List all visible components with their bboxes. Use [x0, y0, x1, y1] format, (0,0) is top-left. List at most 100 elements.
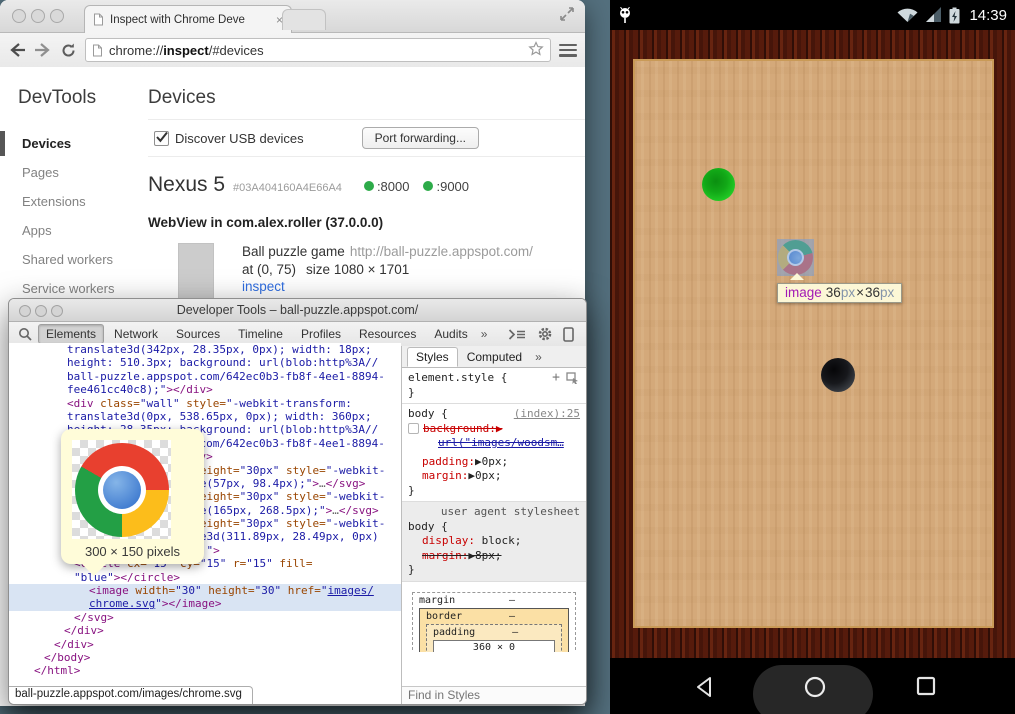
styles-tabs-overflow-icon[interactable]: » [531, 350, 546, 364]
bookmark-star-icon[interactable] [528, 41, 544, 60]
fullscreen-expand-icon[interactable] [559, 6, 575, 22]
browser-titlebar: Inspect with Chrome Deve × [0, 0, 585, 33]
element-style-rule: element.style { + } [402, 368, 586, 404]
devtools-tab-resources[interactable]: Resources [351, 324, 424, 344]
tab-title: Inspect with Chrome Deve [110, 14, 270, 26]
devtools-close-button[interactable] [19, 305, 31, 317]
devtools-tab-timeline[interactable]: Timeline [230, 324, 291, 344]
url-bar[interactable]: chrome://inspect/#devices [85, 38, 551, 62]
devtools-zoom-button[interactable] [51, 305, 63, 317]
code-line[interactable]: </svg> [9, 611, 401, 624]
code-line[interactable]: translate3d(0px, 538.65px, 0px); width: … [9, 410, 401, 423]
window-zoom-button[interactable] [50, 9, 64, 23]
device-mode-icon[interactable] [563, 327, 574, 342]
code-line[interactable]: ball-puzzle.appspot.com/642ec0b3-fb8f-4e… [9, 370, 401, 383]
margin-property-name[interactable]: margin: [422, 469, 468, 482]
find-in-styles-input[interactable] [402, 687, 587, 703]
game-board [633, 59, 994, 628]
user-agent-label: user agent stylesheet [408, 505, 580, 520]
new-style-rule-icon[interactable]: + [552, 371, 560, 386]
android-status-bar: 14:39 [610, 0, 1015, 30]
target-position: at (0, 75) [242, 262, 296, 277]
chrome-game-piece-highlighted[interactable] [778, 240, 813, 275]
window-close-button[interactable] [12, 9, 26, 23]
screen: Inspect with Chrome Deve × chrome://insp… [0, 0, 1015, 714]
inspect-element-icon[interactable] [566, 372, 580, 384]
usb-debugging-icon [618, 7, 632, 24]
tabs-overflow-icon[interactable]: » [477, 327, 492, 341]
tab-computed[interactable]: Computed [458, 347, 531, 367]
code-line[interactable]: "blue"></circle> [9, 571, 401, 584]
devtools-tab-audits[interactable]: Audits [426, 324, 475, 344]
ua-margin-property-name[interactable]: margin: [422, 549, 468, 562]
page-thumbnail [178, 243, 214, 303]
code-line[interactable]: height: 510.3px; background: url(blob:ht… [9, 356, 401, 369]
page-favicon-icon [93, 13, 104, 26]
code-line[interactable]: chrome.svg"></image> [9, 597, 401, 610]
dark-ball[interactable] [821, 358, 855, 392]
port-status-dot [423, 181, 433, 191]
inspect-link[interactable]: inspect [242, 279, 285, 294]
background-url-value[interactable]: url("images/woodsm… [438, 436, 564, 449]
size-label: size [306, 262, 330, 277]
ua-margin-property-value[interactable]: ▶8px; [468, 549, 501, 562]
port-status-dot [364, 181, 374, 191]
padding-property-name[interactable]: padding: [422, 455, 475, 468]
browser-tab[interactable]: Inspect with Chrome Deve × [84, 5, 292, 33]
stylesheet-source-link[interactable]: (index):25 [514, 407, 580, 422]
display-property-value[interactable]: block; [475, 534, 521, 547]
code-line[interactable]: <div class="wall" style="-webkit-transfo… [9, 397, 401, 410]
padding-property-value[interactable]: ▶0px; [475, 455, 508, 468]
devtools-tab-profiles[interactable]: Profiles [293, 324, 349, 344]
background-property-name[interactable]: background:▶ [423, 422, 502, 437]
padding-label: padding [433, 627, 475, 638]
background-property-checkbox[interactable] [408, 423, 419, 434]
image-preview-tooltip: 300 × 150 pixels [61, 429, 204, 564]
wifi-icon [897, 7, 918, 23]
code-line[interactable]: </div> [9, 638, 401, 651]
margin-label: margin [419, 595, 455, 606]
devtools-minimize-button[interactable] [35, 305, 47, 317]
android-nav-bar [610, 658, 1015, 714]
back-button[interactable] [8, 42, 26, 58]
ua-rule-close: } [408, 563, 580, 578]
forward-button[interactable] [34, 42, 52, 58]
devtools-tab-network[interactable]: Network [106, 324, 166, 344]
code-line[interactable]: <image width="30" height="30" href="imag… [9, 584, 401, 597]
nav-recents-button[interactable] [916, 676, 936, 696]
devtools-tab-elements[interactable]: Elements [38, 324, 104, 344]
display-property-name[interactable]: display: [422, 534, 475, 547]
search-icon[interactable] [17, 326, 33, 342]
user-agent-rule: user agent stylesheet body { display: bl… [402, 502, 586, 582]
console-drawer-icon[interactable] [508, 328, 527, 341]
tab-styles[interactable]: Styles [407, 347, 458, 367]
devtools-window: Developer Tools – ball-puzzle.appspot.co… [8, 298, 587, 705]
code-line[interactable]: </html> [9, 664, 401, 677]
element-size-tooltip: image36px×36px [777, 283, 902, 303]
devtools-tabs: ElementsNetworkSourcesTimelineProfilesRe… [37, 324, 477, 344]
margin-property-value[interactable]: ▶0px; [468, 469, 501, 482]
url-text: chrome://inspect/#devices [109, 43, 264, 58]
chrome-menu-icon[interactable] [559, 44, 577, 57]
page-title: Devices [148, 87, 585, 109]
cell-signal-icon [925, 7, 942, 23]
android-screen: 14:39 image36px×36px [610, 0, 1015, 714]
settings-gear-icon[interactable] [537, 326, 553, 342]
nav-home-button[interactable] [803, 675, 827, 699]
reload-button[interactable] [60, 42, 77, 59]
code-line[interactable]: </body> [9, 651, 401, 664]
target-url: http://ball-puzzle.appspot.com/ [350, 244, 533, 259]
green-ball[interactable] [702, 168, 735, 201]
target-title: Ball puzzle game [242, 244, 345, 259]
window-minimize-button[interactable] [31, 9, 45, 23]
nav-back-button[interactable] [694, 676, 714, 698]
code-line[interactable]: translate3d(342px, 28.35px, 0px); width:… [9, 343, 401, 356]
code-line[interactable]: fee461cc40c8);"></div> [9, 383, 401, 396]
border-label: border [426, 611, 462, 622]
body-rule-close: } [408, 484, 580, 499]
port-forwarding-button[interactable]: Port forwarding... [362, 127, 479, 149]
code-line[interactable]: </div> [9, 624, 401, 637]
devtools-tab-sources[interactable]: Sources [168, 324, 228, 344]
new-tab-button[interactable] [282, 9, 326, 30]
discover-usb-checkbox[interactable] [154, 131, 169, 146]
